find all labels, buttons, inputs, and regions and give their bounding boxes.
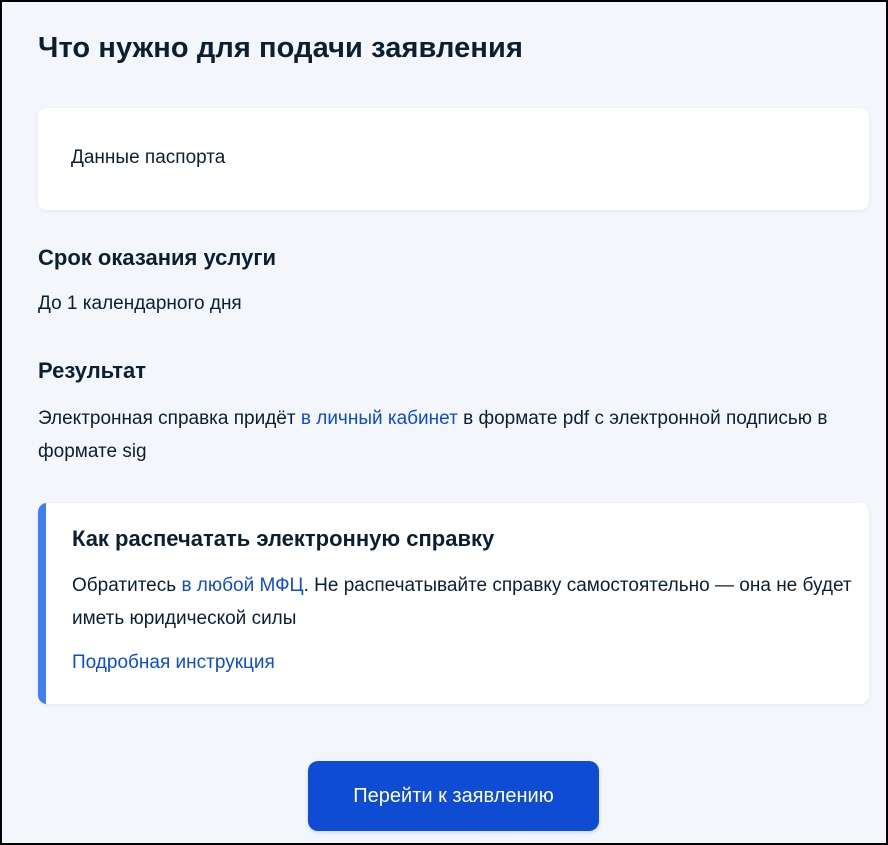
term-text: До 1 календарного дня: [38, 293, 242, 314]
go-to-application-button[interactable]: Перейти к заявлению: [308, 761, 599, 831]
result-text-before: Электронная справка придёт: [38, 408, 301, 429]
detailed-instruction-link[interactable]: Подробная инструкция: [72, 651, 275, 675]
personal-account-link[interactable]: в личный кабинет: [301, 408, 458, 429]
print-info-card: Как распечатать электронную справку Обра…: [38, 503, 869, 704]
document-item: Данные паспорта: [71, 147, 226, 168]
result-text: Электронная справка придёт в личный каби…: [38, 402, 858, 468]
info-accent-bar: [38, 503, 46, 704]
any-mfc-link[interactable]: в любой МФЦ: [181, 575, 303, 596]
required-documents-card: Данные паспорта: [38, 108, 869, 210]
page-title: Что нужно для подачи заявления: [38, 32, 523, 64]
term-heading: Срок оказания услуги: [38, 245, 277, 270]
result-heading: Результат: [38, 358, 147, 383]
print-info-text-before: Обратитесь: [72, 575, 182, 596]
print-info-text: Обратитесь в любой МФЦ. Не распечатывайт…: [72, 569, 852, 635]
service-page: Что нужно для подачи заявления Данные па…: [0, 0, 888, 845]
print-info-title: Как распечатать электронную справку: [72, 526, 495, 551]
